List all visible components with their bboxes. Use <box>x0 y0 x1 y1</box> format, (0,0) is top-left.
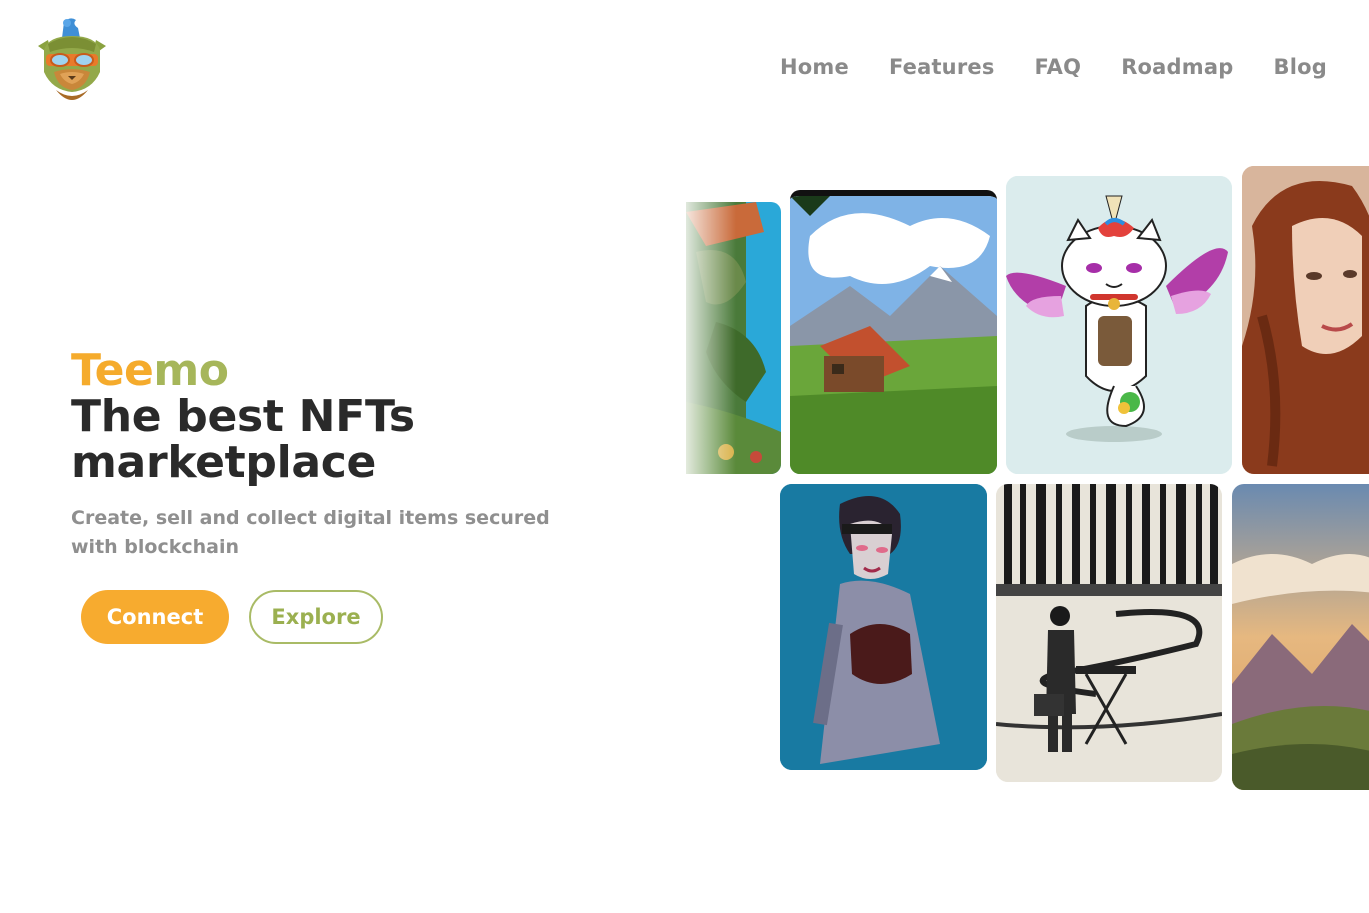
brand-name-part1: Tee <box>71 345 154 396</box>
red-haired-portrait-image <box>1242 166 1369 474</box>
brand-name-part2: mo <box>153 345 229 396</box>
nft-card-jungle[interactable] <box>686 202 781 474</box>
nft-card-man-keyboard[interactable] <box>996 484 1222 782</box>
man-at-keyboard-image <box>996 484 1222 782</box>
nav-item-roadmap[interactable]: Roadmap <box>1101 53 1253 81</box>
hero-section: Teemo The best NFTs marketplace Create, … <box>71 348 631 562</box>
jungle-painting-image <box>686 202 781 474</box>
nav-item-features[interactable]: Features <box>869 53 1015 81</box>
explore-button[interactable]: Explore <box>249 590 383 644</box>
main-nav: Home Features FAQ Roadmap Blog <box>760 53 1347 81</box>
hero-subtitle: Create, sell and collect digital items s… <box>71 507 550 558</box>
brand-name: Teemo <box>71 348 631 394</box>
hero-headline: The best NFTs marketplace <box>71 391 415 488</box>
page: Home Features FAQ Roadmap Blog Teemo The… <box>0 0 1369 913</box>
teemo-logo-icon[interactable] <box>34 16 110 102</box>
nft-card-unicorn-cat[interactable] <box>1006 176 1232 474</box>
mountain-cabin-image <box>790 196 997 474</box>
connect-button[interactable]: Connect <box>81 590 229 644</box>
nav-item-blog[interactable]: Blog <box>1253 53 1346 81</box>
blue-portrait-woman-image <box>780 484 987 770</box>
mountain-sunset-image <box>1232 484 1369 790</box>
nav-item-home[interactable]: Home <box>760 53 869 81</box>
nav-item-faq[interactable]: FAQ <box>1015 53 1102 81</box>
nft-card-mountain-sunset[interactable] <box>1232 484 1369 790</box>
nft-card-mountain-cabin[interactable] <box>790 190 997 474</box>
unicorn-cat-image <box>1006 176 1232 474</box>
nft-card-blue-portrait[interactable] <box>780 484 987 770</box>
nft-card-red-haired-portrait[interactable] <box>1242 166 1369 474</box>
